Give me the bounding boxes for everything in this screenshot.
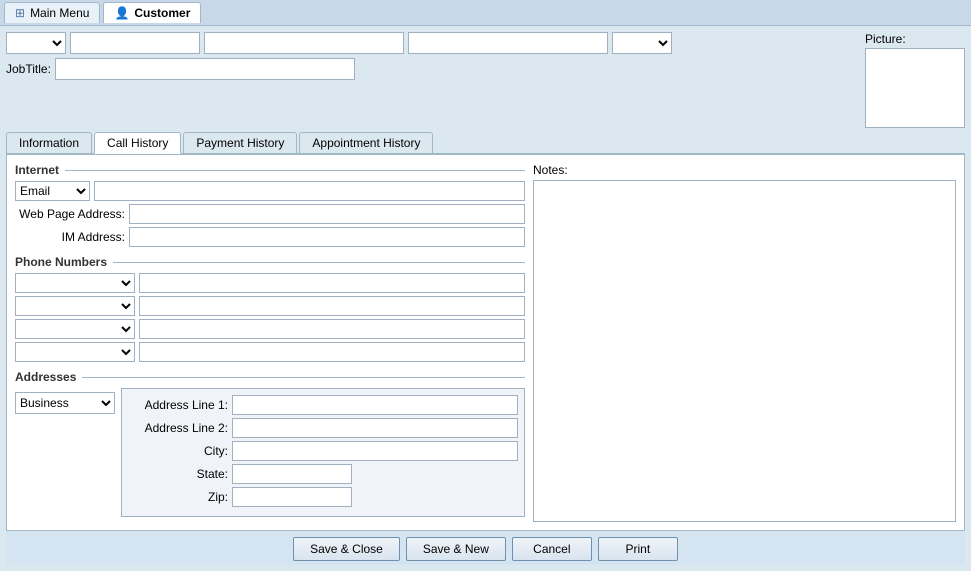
im-input[interactable] xyxy=(129,227,525,247)
webpage-row: Web Page Address: xyxy=(15,204,525,224)
addr-city-label: City: xyxy=(128,444,228,458)
im-row: IM Address: xyxy=(15,227,525,247)
addr-state-input[interactable] xyxy=(232,464,352,484)
notes-textarea[interactable] xyxy=(533,180,956,522)
address-fields: Address Line 1: Address Line 2: City: xyxy=(121,388,525,517)
addr-line1-label: Address Line 1: xyxy=(128,398,228,412)
tab-payment-history[interactable]: Payment History xyxy=(183,132,297,153)
main-menu-tab[interactable]: ⊞ Main Menu xyxy=(4,2,100,23)
form-panel: Internet Email Work Home Web Page Addres… xyxy=(6,154,965,531)
jobtitle-input[interactable] xyxy=(55,58,355,80)
inner-tab-bar: Information Call History Payment History… xyxy=(6,132,965,154)
phone-type-select-1[interactable]: Home Work Mobile xyxy=(15,273,135,293)
addr-zip-label: Zip: xyxy=(128,490,228,504)
addr-state-row: State: xyxy=(128,464,518,484)
addr-zip-row: Zip: xyxy=(128,487,518,507)
form-left: Internet Email Work Home Web Page Addres… xyxy=(15,163,525,522)
phone-input-4[interactable] xyxy=(139,342,525,362)
address-section: Addresses Business Home Other Address Li… xyxy=(15,370,525,517)
im-label: IM Address: xyxy=(15,230,125,244)
address-section-title: Addresses xyxy=(15,370,525,384)
internet-section: Internet Email Work Home Web Page Addres… xyxy=(15,163,525,247)
tab-appointment-history[interactable]: Appointment History xyxy=(299,132,433,153)
save-new-button[interactable]: Save & New xyxy=(406,537,506,561)
tab-call-history[interactable]: Call History xyxy=(94,132,181,154)
suffix-select[interactable]: Jr. Sr. III xyxy=(612,32,672,54)
addr-line2-label: Address Line 2: xyxy=(128,421,228,435)
addr-line1-row: Address Line 1: xyxy=(128,395,518,415)
phone-row-2: Home Work Mobile xyxy=(15,296,525,316)
salutation-select[interactable]: Mr. Ms. Dr. xyxy=(6,32,66,54)
phone-input-2[interactable] xyxy=(139,296,525,316)
picture-label: Picture: xyxy=(865,32,906,46)
phone-type-select-3[interactable]: Home Work Mobile xyxy=(15,319,135,339)
phone-row-3: Home Work Mobile xyxy=(15,319,525,339)
save-close-button[interactable]: Save & Close xyxy=(293,537,400,561)
addr-line2-row: Address Line 2: xyxy=(128,418,518,438)
bottom-bar: Save & Close Save & New Cancel Print xyxy=(6,531,965,565)
form-right: Notes: xyxy=(533,163,956,522)
main-menu-label: Main Menu xyxy=(30,6,89,20)
customer-label: Customer xyxy=(134,6,190,20)
internet-section-title: Internet xyxy=(15,163,525,177)
cancel-button[interactable]: Cancel xyxy=(512,537,592,561)
notes-label: Notes: xyxy=(533,163,956,177)
webpage-input[interactable] xyxy=(129,204,525,224)
addr-line2-input[interactable] xyxy=(232,418,518,438)
email-type-select[interactable]: Email Work Home xyxy=(15,181,90,201)
addr-line1-input[interactable] xyxy=(232,395,518,415)
phone-row-4: Home Work Mobile xyxy=(15,342,525,362)
customer-icon: 👤 xyxy=(114,6,129,20)
last-name-input[interactable] xyxy=(408,32,608,54)
phone-row-1: Home Work Mobile xyxy=(15,273,525,293)
phone-input-3[interactable] xyxy=(139,319,525,339)
addr-state-label: State: xyxy=(128,467,228,481)
middle-name-input[interactable] xyxy=(204,32,404,54)
addr-city-input[interactable] xyxy=(232,441,518,461)
home-icon: ⊞ xyxy=(15,6,25,20)
addr-zip-input[interactable] xyxy=(232,487,352,507)
picture-area xyxy=(865,48,965,128)
first-name-input[interactable] xyxy=(70,32,200,54)
customer-tab[interactable]: 👤 Customer xyxy=(103,2,201,23)
phone-type-select-4[interactable]: Home Work Mobile xyxy=(15,342,135,362)
webpage-label: Web Page Address: xyxy=(15,207,125,221)
email-row: Email Work Home xyxy=(15,181,525,201)
phone-input-1[interactable] xyxy=(139,273,525,293)
tab-information[interactable]: Information xyxy=(6,132,92,153)
phone-section-title: Phone Numbers xyxy=(15,255,525,269)
email-input[interactable] xyxy=(94,181,525,201)
addr-city-row: City: xyxy=(128,441,518,461)
address-type-row: Business Home Other Address Line 1: Addr… xyxy=(15,388,525,517)
address-type-select[interactable]: Business Home Other xyxy=(15,392,115,414)
phone-type-select-2[interactable]: Home Work Mobile xyxy=(15,296,135,316)
jobtitle-label: JobTitle: xyxy=(6,62,51,76)
print-button[interactable]: Print xyxy=(598,537,678,561)
phone-section: Phone Numbers Home Work Mobile Home Work xyxy=(15,255,525,362)
